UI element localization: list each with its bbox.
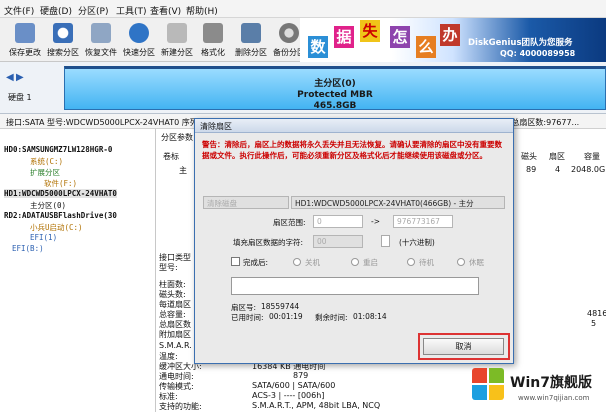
menu-partition[interactable]: 分区(P) [78,4,108,17]
value-sectors: 4 [555,165,561,174]
backup-icon [279,23,299,43]
target-type-select[interactable]: 清除磁盘 [203,196,289,209]
restart-radio[interactable] [351,258,359,266]
recover-icon [91,23,111,43]
tree-item-hd1[interactable]: HD1:WDCWD5000LPCX-24VHAT0 [4,189,117,198]
clear-sectors-dialog: 清除扇区 警告：清除后，扇区上的数据将永久丢失并且无法恢复。请确认要清除的扇区中… [194,118,514,364]
partition-size: 465.8GB [313,101,357,111]
column-capacity: 容量 [584,152,600,161]
tree-item-efi-b[interactable]: EFI(B:) [12,244,44,253]
fill-char-select[interactable]: 00 [313,235,363,248]
menu-bar: 文件(F) 硬盘(D) 分区(P) 工具(T) 查看(V) 帮助(H) [0,0,606,18]
label-extra-sectors: 附加扇区 [159,330,191,339]
value-transfer-mode: SATA/600 | SATA/600 [252,381,336,390]
tree-item-efi-1[interactable]: EFI(1) [30,233,57,242]
watermark-url: www.win7qijian.com [518,394,590,402]
sector-value: 18559744 [261,302,300,311]
tree-item-software-f[interactable]: 软件(F:) [44,178,77,189]
remaining-value: 01:08:14 [353,312,387,321]
partition-row[interactable]: 主 [179,165,187,176]
column-sectors: 扇区 [549,152,565,161]
menu-file[interactable]: 文件(F) [4,4,34,17]
value-heads: 89 [526,165,537,174]
banner-char-1: 数 [308,36,328,58]
fill-stepper[interactable] [381,235,390,247]
windows-flag-icon [472,368,506,402]
banner-char-5: 么 [416,36,436,58]
banner-char-2: 据 [334,26,354,48]
after-complete-label: 完成后: [243,258,269,267]
menu-disk[interactable]: 硬盘(D) [40,4,72,17]
tree-item-rd2[interactable]: RD2:ADATAUSBFlashDrive(30 [4,211,117,220]
remaining-label: 剩余时间: [315,313,348,322]
menu-help[interactable]: 帮助(H) [186,4,218,17]
menu-tools[interactable]: 工具(T) [116,4,147,17]
watermark-title: Win7旗舰版 [510,375,592,391]
partition-name: 主分区(0) [314,79,356,89]
banner-char-3: 失 [360,20,380,42]
banner-char-6: 办 [440,24,460,46]
disk-info-text: 接口:SATA 型号:WDCWD5000LPCX-24VHAT0 序列号: [6,118,209,127]
hibernate-radio[interactable] [457,258,465,266]
win7-watermark: Win7旗舰版 www.win7qijian.com [470,360,606,412]
column-heads: 磁头 [521,152,537,161]
label-smart: S.M.A.R. [159,341,192,350]
tree-item-extended[interactable]: 扩展分区 [30,167,60,178]
banner-char-4: 怎 [390,26,410,48]
search-icon [53,23,73,43]
disk-label: 硬盘 1 [8,93,32,102]
tree-item-usb-c[interactable]: 小兵U启动(C:) [30,222,83,233]
new-partition-icon [167,23,187,43]
progress-bar [231,277,479,295]
value-power-on: 879 [293,371,309,380]
range-from-input[interactable]: 0 [313,215,363,228]
elapsed-label: 已用时间: [231,313,264,322]
value-right-2: 5 [591,319,597,328]
fill-char-label: 填充扇区数据的字符: [233,238,304,247]
cancel-button[interactable]: 取消 [423,338,504,355]
hibernate-label: 休眠 [469,258,484,267]
tree-item-system-c[interactable]: 系统(C:) [30,156,63,167]
partition-fs: Protected MBR [297,90,373,100]
range-label: 扇区范围: [273,218,306,227]
promo-banner: 数 据 失 怎 么 办 DiskGenius团队为您服务 QQ: 4000089… [300,18,606,62]
label-model: 型号: [159,263,178,272]
after-complete-checkbox[interactable] [231,257,240,266]
standby-radio[interactable] [407,258,415,266]
banner-brand: DiskGenius团队为您服务 [468,38,573,48]
next-disk-arrow-icon[interactable]: ▶ [16,72,24,83]
elapsed-value: 00:01:19 [269,312,303,321]
tree-item-primary-0[interactable]: 主分区(0) [30,200,66,211]
save-icon [15,23,35,43]
tab-partition-params[interactable]: 分区参数 [161,132,193,143]
shutdown-label: 关机 [305,258,320,267]
prev-disk-arrow-icon[interactable]: ◀ [6,72,14,83]
dialog-title: 清除扇区 [195,119,513,133]
label-features: 支持的功能: [159,402,202,411]
tree-item-hd0[interactable]: HD0:SAMSUNGMZ7LW128HGR-0 [4,145,112,154]
fill-hint: (十六进制) [399,238,435,247]
banner-qq: QQ: 4000089958 [500,49,576,58]
dialog-warning: 警告：清除后，扇区上的数据将永久丢失并且无法恢复。请确认要清除的扇区中没有重要数… [202,140,502,160]
value-capacity: 2048.0G [571,165,606,174]
format-icon [203,23,223,43]
trash-icon [241,23,261,43]
quick-partition-icon [129,23,149,43]
value-standard: ACS-3 | ---- [006h] [252,391,325,400]
partition-block[interactable]: 主分区(0) Protected MBR 465.8GB [64,66,606,111]
target-disk-select[interactable]: HD1:WDCWD5000LPCX-24VHAT0(466GB) - 主分 [291,196,505,209]
shutdown-radio[interactable] [293,258,301,266]
menu-view[interactable]: 查看(V) [150,4,181,17]
column-label: 卷标 [163,152,179,161]
restart-label: 重启 [363,258,378,267]
range-arrow: -> [371,217,380,226]
standby-label: 待机 [419,258,434,267]
range-to-input[interactable]: 976773167 [393,215,453,228]
value-features: S.M.A.R.T., APM, 48bit LBA, NCQ [252,401,381,410]
disk-tree: HD0:SAMSUNGMZ7LW128HGR-0 系统(C:) 扩展分区 软件(… [0,129,156,412]
value-right-1: 4816 [587,309,606,318]
